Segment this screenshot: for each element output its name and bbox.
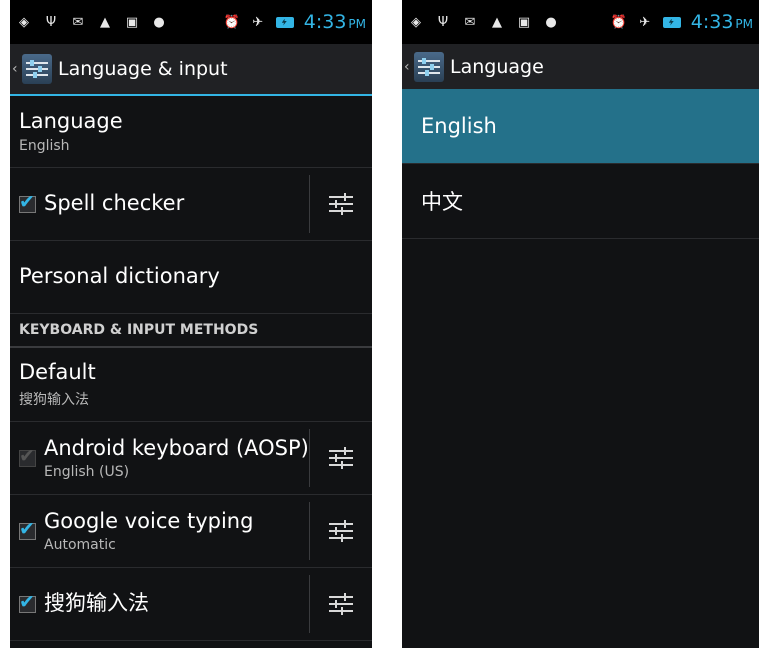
clock: 4:33 PM [303, 11, 366, 33]
gps-icon: ◈ [411, 14, 421, 30]
spell-checker-toggle[interactable]: Spell checker [10, 191, 309, 216]
ime-row-google-voice: Google voice typing Automatic [10, 495, 372, 568]
section-header: KEYBOARD & INPUT METHODS [10, 314, 372, 348]
sogou-toggle[interactable]: 搜狗输入法 [10, 591, 309, 616]
spell-checker-row: Spell checker [10, 168, 372, 241]
up-caret-icon[interactable]: ‹ [404, 59, 414, 75]
settings-sliders-icon [329, 520, 353, 542]
action-bar[interactable]: ‹ Language & input [10, 44, 372, 94]
android-keyboard-toggle[interactable]: Android keyboard (AOSP) English (US) [10, 436, 309, 480]
google-voice-toggle[interactable]: Google voice typing Automatic [10, 509, 309, 553]
up-caret-icon[interactable]: ‹ [12, 61, 22, 77]
warning-icon: ▲ [492, 14, 502, 30]
usb-icon: Ψ [437, 14, 449, 30]
default-title: Default [19, 360, 96, 385]
language-input-screen: ◈ Ψ ✉ ▲ ▣ ● ⏰ ✈ 4:33 PM ‹ Language & inpu… [10, 0, 372, 648]
spell-checker-checkbox[interactable] [19, 191, 36, 213]
android-icon: ● [545, 14, 557, 30]
language-option-chinese[interactable]: 中文 [402, 164, 759, 239]
battery-charging-icon [275, 16, 294, 28]
google-voice-title: Google voice typing [44, 508, 254, 533]
language-option-english[interactable]: English [402, 89, 759, 164]
spell-checker-settings-button[interactable] [310, 168, 372, 240]
settings-sliders-icon [329, 447, 353, 469]
google-voice-settings-button[interactable] [310, 495, 372, 567]
language-title: Language [19, 109, 123, 134]
action-bar-title: Language & input [58, 58, 228, 80]
airplane-icon: ✈ [639, 14, 651, 30]
default-ime-preference[interactable]: Default 搜狗输入法 [10, 348, 372, 422]
status-bar: ◈ Ψ ✉ ▲ ▣ ● ⏰ ✈ 4:33 PM [10, 0, 372, 44]
gmail-icon: ✉ [72, 14, 84, 30]
alarm-icon: ⏰ [223, 14, 240, 30]
android-keyboard-title: Android keyboard (AOSP) [44, 435, 309, 460]
settings-app-icon[interactable] [414, 51, 444, 82]
settings-app-icon[interactable] [22, 54, 52, 84]
language-option-label: 中文 [421, 190, 463, 214]
android-icon: ● [153, 14, 165, 30]
language-option-label: English [421, 114, 497, 138]
gmail-icon: ✉ [464, 14, 476, 30]
personal-dictionary-title: Personal dictionary [19, 264, 220, 289]
chat-icon: ▣ [125, 14, 139, 30]
gps-icon: ◈ [19, 14, 29, 30]
spell-checker-title: Spell checker [44, 191, 185, 216]
language-picker-screen: ◈ Ψ ✉ ▲ ▣ ● ⏰ ✈ 4:33 PM ‹ Language Englis… [402, 0, 759, 648]
default-summary: 搜狗输入法 [19, 391, 89, 408]
action-bar-title: Language [450, 55, 544, 78]
google-voice-summary: Automatic [44, 537, 116, 554]
android-keyboard-summary: English (US) [44, 464, 130, 481]
airplane-icon: ✈ [252, 14, 264, 30]
ime-row-sogou: 搜狗输入法 [10, 568, 372, 641]
sogou-settings-button[interactable] [310, 568, 372, 640]
usb-icon: Ψ [45, 14, 57, 30]
settings-sliders-icon [329, 193, 353, 215]
android-keyboard-checkbox[interactable] [19, 445, 36, 467]
personal-dictionary-preference[interactable]: Personal dictionary [10, 241, 372, 314]
sogou-checkbox[interactable] [19, 591, 36, 613]
language-summary: English [19, 137, 70, 154]
android-keyboard-settings-button[interactable] [310, 422, 372, 494]
warning-icon: ▲ [100, 14, 110, 30]
google-voice-checkbox[interactable] [19, 518, 36, 540]
chat-icon: ▣ [517, 14, 531, 30]
ime-row-android-keyboard: Android keyboard (AOSP) English (US) [10, 422, 372, 495]
alarm-icon: ⏰ [610, 14, 627, 30]
language-preference[interactable]: Language English [10, 96, 372, 168]
battery-charging-icon [662, 16, 681, 28]
clock: 4:33 PM [690, 11, 753, 33]
sogou-title: 搜狗输入法 [44, 591, 149, 616]
status-bar: ◈ Ψ ✉ ▲ ▣ ● ⏰ ✈ 4:33 PM [402, 0, 759, 44]
action-bar[interactable]: ‹ Language [402, 44, 759, 89]
settings-sliders-icon [329, 593, 353, 615]
